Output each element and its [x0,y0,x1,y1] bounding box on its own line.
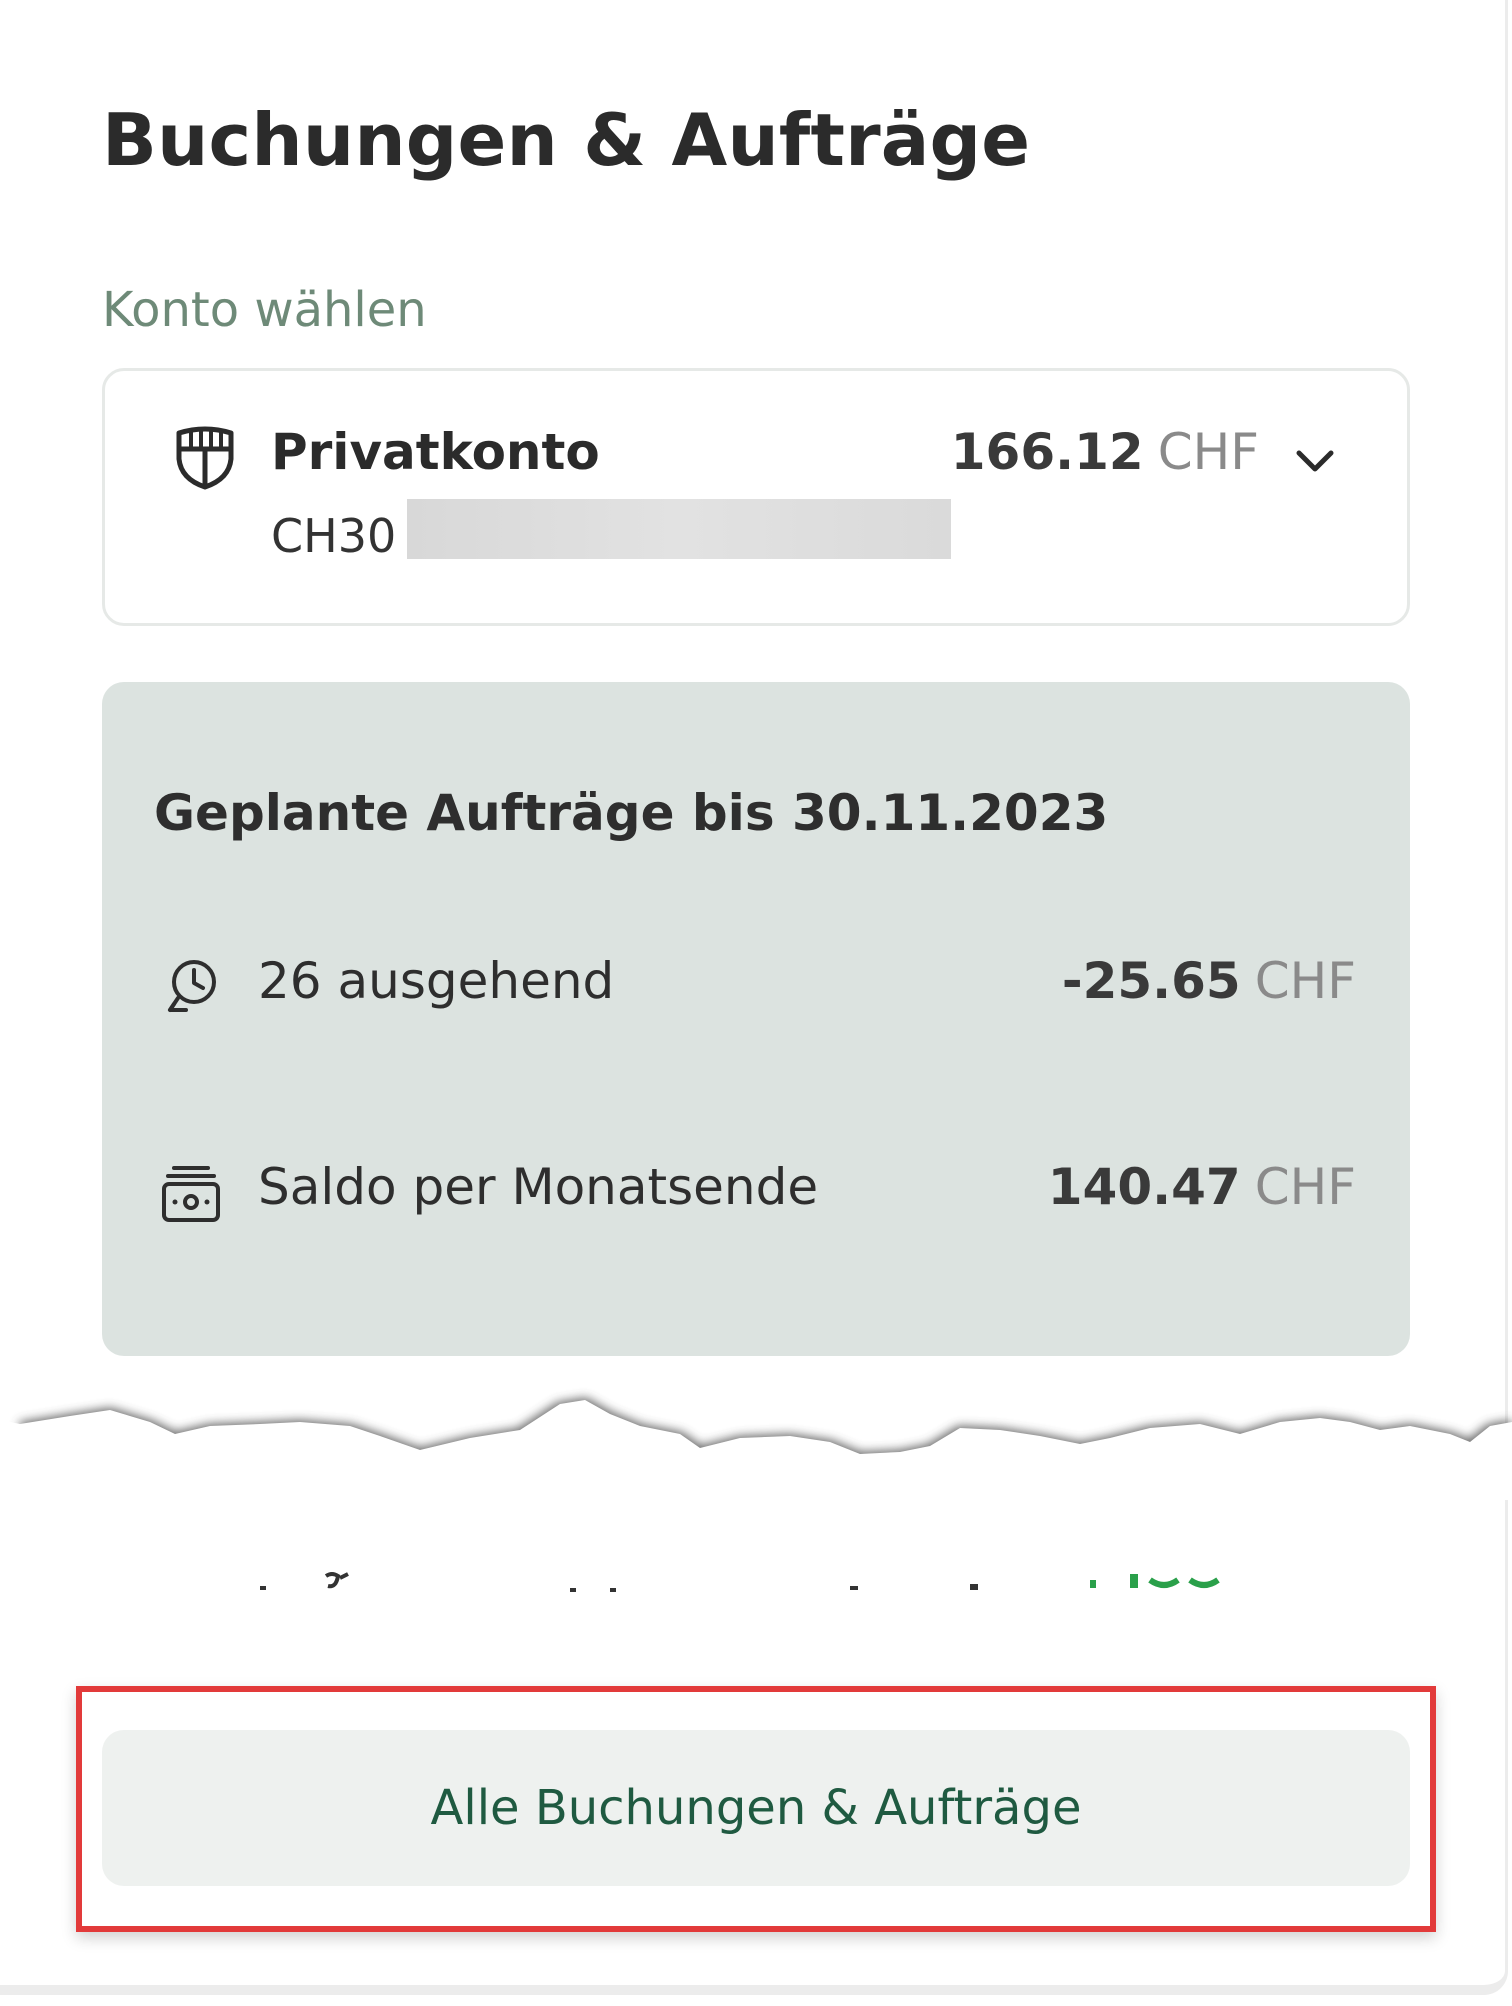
torn-paper-divider [0,1397,1512,1500]
cut-off-row-fragment [260,1572,1220,1592]
account-balance-currency: CHF [1157,423,1259,481]
planned-outgoing-label: 26 ausgehend [258,952,615,1010]
bookings-card: Buchungen & Aufträge Konto wählen Privat… [0,0,1512,1995]
month-end-balance-amount: 140.47 CHF [1048,1158,1356,1216]
month-end-balance-label: Saldo per Monatsende [258,1158,819,1216]
account-iban: CH30 [271,509,397,563]
account-select-label: Konto wählen [102,282,427,338]
month-end-balance-row: Saldo per Monatsende 140.47 CHF [154,1158,1356,1228]
month-end-balance-currency: CHF [1254,1158,1356,1216]
account-balance-value: 166.12 [950,423,1144,481]
planned-outgoing-amount: -25.65 CHF [1062,952,1356,1010]
account-name: Privatkonto [271,423,600,481]
account-balance: 166.12 CHF [951,423,1259,481]
month-end-balance-value: 140.47 [1047,1158,1241,1216]
account-select-dropdown[interactable]: Privatkonto CH30 166.12 CHF [102,368,1410,626]
planned-orders-title: Geplante Aufträge bis 30.11.2023 [154,784,1109,842]
clock-return-icon [168,960,216,1012]
chevron-down-icon[interactable] [1295,449,1335,475]
planned-outgoing-row[interactable]: 26 ausgehend -25.65 CHF [154,952,1356,1022]
planned-outgoing-value: -25.65 [1061,952,1241,1010]
shield-icon [176,426,234,490]
planned-orders-panel: Geplante Aufträge bis 30.11.2023 26 ausg… [102,682,1410,1356]
iban-redaction [407,499,951,559]
planned-outgoing-currency: CHF [1254,952,1356,1010]
cash-stack-icon [162,1166,220,1222]
page-title: Buchungen & Aufträge [102,98,1031,182]
all-bookings-orders-button[interactable]: Alle Buchungen & Aufträge [102,1730,1410,1886]
